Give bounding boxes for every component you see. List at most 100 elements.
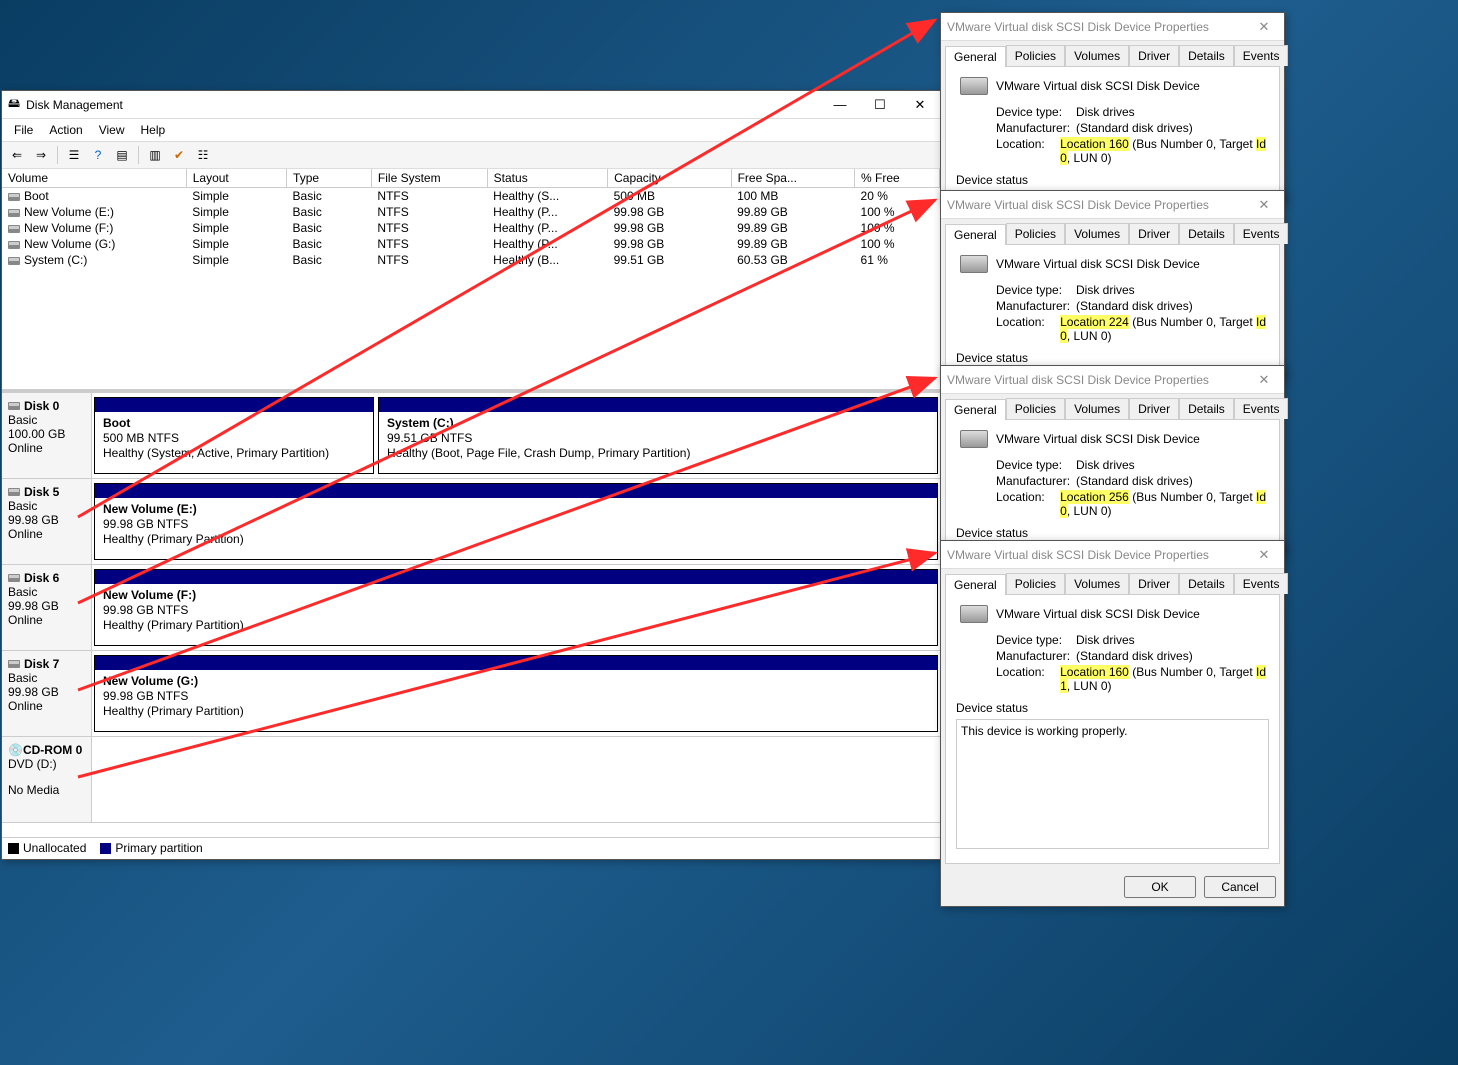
dialog-title: VMware Virtual disk SCSI Disk Device Pro… (947, 198, 1244, 212)
value-location: Location 160 (Bus Number 0, Target Id 0,… (1060, 137, 1269, 165)
refresh-button[interactable]: ☷ (192, 144, 214, 166)
close-button[interactable]: ✕ (1244, 191, 1284, 219)
disk-device-icon (960, 255, 988, 273)
tab-events[interactable]: Events (1234, 45, 1289, 66)
volume-list[interactable]: VolumeLayoutTypeFile SystemStatusCapacit… (2, 169, 940, 389)
label-location: Location: (996, 137, 1060, 165)
partition[interactable]: New Volume (G:)99.98 GB NTFSHealthy (Pri… (94, 655, 938, 732)
tab-details[interactable]: Details (1179, 573, 1234, 594)
tab-details[interactable]: Details (1179, 398, 1234, 419)
close-button[interactable]: ✕ (1244, 13, 1284, 41)
titlebar[interactable]: VMware Virtual disk SCSI Disk Device Pro… (941, 191, 1284, 219)
col-4[interactable]: Status (487, 169, 607, 188)
partition[interactable]: Boot500 MB NTFSHealthy (System, Active, … (94, 397, 374, 474)
tab-volumes[interactable]: Volumes (1065, 223, 1129, 244)
disk-label[interactable]: Disk 0Basic100.00 GBOnline (2, 393, 92, 478)
tab-general[interactable]: General (945, 574, 1006, 595)
tab-general[interactable]: General (945, 399, 1006, 420)
view-bottom-button[interactable]: ▥ (144, 144, 166, 166)
titlebar[interactable]: VMware Virtual disk SCSI Disk Device Pro… (941, 366, 1284, 394)
label-devicetype: Device type: (996, 633, 1076, 647)
col-3[interactable]: File System (371, 169, 487, 188)
tab-details[interactable]: Details (1179, 223, 1234, 244)
tabstrip: GeneralPoliciesVolumesDriverDetailsEvent… (941, 569, 1284, 594)
tab-events[interactable]: Events (1234, 223, 1289, 244)
tab-driver[interactable]: Driver (1129, 573, 1179, 594)
legend-unallocated: Unallocated (23, 841, 86, 855)
menu-view[interactable]: View (91, 121, 133, 139)
disk-row[interactable]: Disk 0Basic100.00 GBOnlineBoot500 MB NTF… (2, 393, 940, 479)
menu-action[interactable]: Action (41, 121, 90, 139)
device-name: VMware Virtual disk SCSI Disk Device (996, 257, 1200, 271)
tab-details[interactable]: Details (1179, 45, 1234, 66)
disk-row[interactable]: Disk 7Basic99.98 GBOnlineNew Volume (G:)… (2, 651, 940, 737)
col-7[interactable]: % Free (855, 169, 940, 188)
close-button[interactable]: ✕ (900, 91, 940, 119)
disk-device-icon (960, 605, 988, 623)
col-6[interactable]: Free Spa... (731, 169, 854, 188)
titlebar[interactable]: VMware Virtual disk SCSI Disk Device Pro… (941, 541, 1284, 569)
tab-volumes[interactable]: Volumes (1065, 398, 1129, 419)
titlebar[interactable]: 🖴 Disk Management — ☐ ✕ (2, 91, 940, 119)
label-devicetype: Device type: (996, 105, 1076, 119)
partition[interactable]: New Volume (F:)99.98 GB NTFSHealthy (Pri… (94, 569, 938, 646)
disk-management-window: 🖴 Disk Management — ☐ ✕ File Action View… (1, 90, 941, 860)
menu-file[interactable]: File (6, 121, 41, 139)
disk-row[interactable]: 💿CD-ROM 0DVD (D:)No Media (2, 737, 940, 823)
titlebar[interactable]: VMware Virtual disk SCSI Disk Device Pro… (941, 13, 1284, 41)
disk-label[interactable]: Disk 5Basic99.98 GBOnline (2, 479, 92, 564)
volume-row[interactable]: New Volume (F:)SimpleBasicNTFSHealthy (P… (2, 220, 940, 236)
forward-button[interactable]: ⇒ (30, 144, 52, 166)
disk-row[interactable]: Disk 6Basic99.98 GBOnlineNew Volume (F:)… (2, 565, 940, 651)
minimize-button[interactable]: — (820, 91, 860, 119)
help-button[interactable]: ? (87, 144, 109, 166)
tab-volumes[interactable]: Volumes (1065, 45, 1129, 66)
col-0[interactable]: Volume (2, 169, 186, 188)
tab-policies[interactable]: Policies (1006, 223, 1065, 244)
show-hide-tree-button[interactable]: ☰ (63, 144, 85, 166)
value-devicetype: Disk drives (1076, 633, 1135, 647)
tab-events[interactable]: Events (1234, 398, 1289, 419)
tab-volumes[interactable]: Volumes (1065, 573, 1129, 594)
volume-row[interactable]: System (C:)SimpleBasicNTFSHealthy (B...9… (2, 252, 940, 268)
volume-row[interactable]: New Volume (G:)SimpleBasicNTFSHealthy (P… (2, 236, 940, 252)
disk-row[interactable]: Disk 5Basic99.98 GBOnlineNew Volume (E:)… (2, 479, 940, 565)
toolbar: ⇐ ⇒ ☰ ? ▤ ▥ ✔ ☷ (2, 141, 940, 169)
cancel-button[interactable]: Cancel (1204, 876, 1276, 898)
tab-policies[interactable]: Policies (1006, 398, 1065, 419)
maximize-button[interactable]: ☐ (860, 91, 900, 119)
value-devicetype: Disk drives (1076, 105, 1135, 119)
tab-general[interactable]: General (945, 224, 1006, 245)
label-location: Location: (996, 315, 1060, 343)
volume-row[interactable]: BootSimpleBasicNTFSHealthy (S...500 MB10… (2, 188, 940, 205)
volume-icon (8, 225, 20, 233)
tab-driver[interactable]: Driver (1129, 398, 1179, 419)
volume-row[interactable]: New Volume (E:)SimpleBasicNTFSHealthy (P… (2, 204, 940, 220)
tab-general[interactable]: General (945, 46, 1006, 67)
partition[interactable]: New Volume (E:)99.98 GB NTFSHealthy (Pri… (94, 483, 938, 560)
device-status-text[interactable]: This device is working properly. (956, 719, 1269, 849)
value-manufacturer: (Standard disk drives) (1076, 649, 1193, 663)
col-1[interactable]: Layout (186, 169, 286, 188)
close-button[interactable]: ✕ (1244, 366, 1284, 394)
tab-policies[interactable]: Policies (1006, 573, 1065, 594)
menu-help[interactable]: Help (133, 121, 174, 139)
label-manufacturer: Manufacturer: (996, 299, 1076, 313)
view-top-button[interactable]: ▤ (111, 144, 133, 166)
close-button[interactable]: ✕ (1244, 541, 1284, 569)
graphical-view[interactable]: Disk 0Basic100.00 GBOnlineBoot500 MB NTF… (2, 389, 940, 837)
col-2[interactable]: Type (287, 169, 372, 188)
disk-label[interactable]: 💿CD-ROM 0DVD (D:)No Media (2, 737, 92, 822)
tab-panel: VMware Virtual disk SCSI Disk DeviceDevi… (945, 244, 1280, 376)
tab-policies[interactable]: Policies (1006, 45, 1065, 66)
tab-events[interactable]: Events (1234, 573, 1289, 594)
partition[interactable]: System (C:)99.51 GB NTFSHealthy (Boot, P… (378, 397, 938, 474)
col-5[interactable]: Capacity (608, 169, 731, 188)
settings-button[interactable]: ✔ (168, 144, 190, 166)
disk-label[interactable]: Disk 6Basic99.98 GBOnline (2, 565, 92, 650)
back-button[interactable]: ⇐ (6, 144, 28, 166)
ok-button[interactable]: OK (1124, 876, 1196, 898)
disk-label[interactable]: Disk 7Basic99.98 GBOnline (2, 651, 92, 736)
tab-driver[interactable]: Driver (1129, 223, 1179, 244)
tab-driver[interactable]: Driver (1129, 45, 1179, 66)
